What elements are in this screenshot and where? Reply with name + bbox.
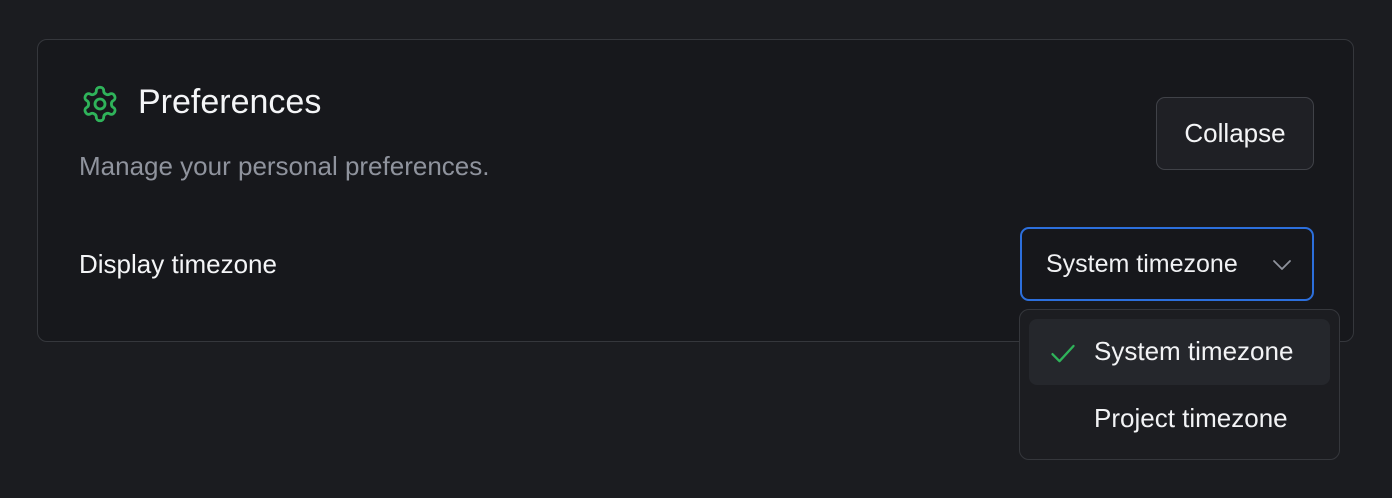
option-label: Project timezone bbox=[1094, 403, 1288, 433]
timezone-select-value: System timezone bbox=[1046, 249, 1238, 278]
display-timezone-label: Display timezone bbox=[79, 249, 277, 279]
preferences-card: Preferences Manage your personal prefere… bbox=[37, 39, 1354, 342]
chevron-down-icon bbox=[1270, 253, 1294, 277]
page: Preferences Manage your personal prefere… bbox=[0, 0, 1392, 498]
card-title: Preferences bbox=[138, 83, 322, 121]
option-project-timezone[interactable]: Project timezone bbox=[1029, 386, 1330, 452]
timezone-select[interactable]: System timezone bbox=[1020, 227, 1314, 301]
option-system-timezone[interactable]: System timezone bbox=[1029, 319, 1330, 385]
check-icon bbox=[1049, 339, 1077, 367]
card-subtitle: Manage your personal preferences. bbox=[79, 151, 490, 181]
gear-icon bbox=[80, 84, 120, 124]
timezone-dropdown-menu: System timezone Project timezone bbox=[1019, 309, 1340, 460]
collapse-button[interactable]: Collapse bbox=[1156, 97, 1314, 170]
option-label: System timezone bbox=[1094, 336, 1294, 366]
